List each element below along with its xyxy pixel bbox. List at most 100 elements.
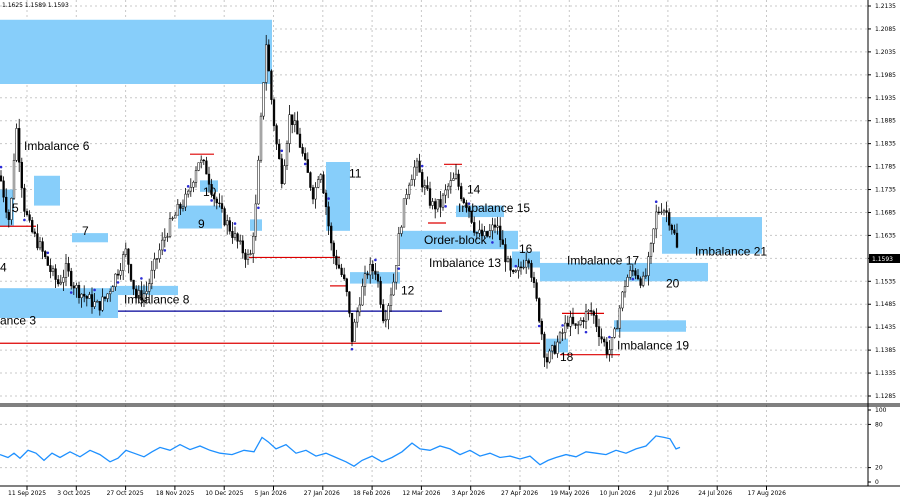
order-block-zone bbox=[0, 19, 272, 84]
candle-body bbox=[7, 212, 10, 220]
candle bbox=[569, 310, 572, 337]
candle bbox=[428, 181, 432, 209]
candle bbox=[548, 348, 551, 364]
candle bbox=[603, 336, 606, 347]
candle-body bbox=[582, 320, 585, 322]
candle bbox=[194, 166, 198, 188]
candle-body bbox=[116, 273, 120, 276]
candle bbox=[330, 222, 333, 251]
candle bbox=[298, 127, 302, 149]
zone-label: Imbalance 6 bbox=[24, 139, 90, 153]
candle-body bbox=[33, 231, 36, 234]
candle-body bbox=[77, 285, 81, 298]
candle-body bbox=[642, 275, 645, 286]
price-tick-label: 1.1685 bbox=[875, 209, 896, 216]
candle bbox=[309, 171, 312, 191]
candle bbox=[582, 317, 585, 329]
price-tick-label: 1.2035 bbox=[875, 49, 896, 56]
candle bbox=[574, 323, 577, 329]
candle bbox=[189, 178, 192, 197]
candle-body bbox=[571, 316, 575, 324]
candle bbox=[431, 198, 434, 210]
candle-body bbox=[473, 222, 476, 233]
candle bbox=[155, 257, 159, 269]
zone-label: 12 bbox=[401, 283, 415, 297]
price-axis: 1.2135 1.2085 1.2035 1.1985 1.1935 1.1885 1.18… bbox=[868, 3, 896, 400]
candle-body bbox=[101, 296, 104, 311]
candle bbox=[345, 277, 348, 297]
fractal-marker bbox=[491, 241, 494, 244]
candle-body bbox=[41, 241, 44, 252]
candle-body bbox=[371, 263, 374, 272]
candle-body bbox=[574, 323, 577, 326]
candle-body bbox=[148, 283, 151, 292]
candle-body bbox=[127, 248, 130, 265]
candle-body bbox=[525, 260, 528, 268]
candle-body bbox=[272, 99, 276, 126]
price-tick-label: 1.1785 bbox=[875, 164, 896, 171]
candle-body bbox=[434, 201, 437, 210]
zone-label: Imbalance 13 bbox=[429, 256, 501, 270]
candle bbox=[621, 291, 624, 312]
candle-body bbox=[519, 266, 523, 269]
candle bbox=[270, 69, 273, 105]
candle-body bbox=[249, 253, 252, 255]
candle-body bbox=[262, 82, 265, 117]
candle-body bbox=[366, 273, 369, 276]
candle bbox=[166, 232, 169, 242]
candle-body bbox=[129, 264, 133, 281]
candle bbox=[278, 139, 281, 160]
candle-body bbox=[317, 179, 320, 188]
candle-body bbox=[150, 269, 153, 284]
fractal-marker bbox=[233, 222, 237, 225]
candle-body bbox=[649, 243, 653, 257]
candle-body bbox=[197, 162, 200, 171]
indicator-grid bbox=[0, 423, 868, 469]
candle-body bbox=[493, 224, 497, 228]
candle bbox=[46, 255, 49, 266]
candle bbox=[447, 183, 450, 199]
candle-body bbox=[340, 267, 343, 276]
candle-body bbox=[304, 153, 307, 160]
candle bbox=[291, 114, 294, 134]
candle-body bbox=[181, 206, 185, 209]
candle-body bbox=[114, 273, 117, 288]
candle-body bbox=[241, 240, 244, 254]
candle bbox=[512, 269, 515, 274]
candle bbox=[397, 226, 400, 266]
candle bbox=[236, 232, 239, 249]
candle-body bbox=[330, 225, 333, 244]
candle-body bbox=[176, 203, 179, 216]
candle-body bbox=[629, 270, 632, 278]
fractal-marker bbox=[584, 330, 588, 334]
time-tick-label: 18 Feb 2026 bbox=[353, 490, 391, 497]
candle bbox=[382, 299, 385, 324]
candle bbox=[657, 206, 660, 215]
candle-body bbox=[514, 270, 517, 273]
candle bbox=[254, 194, 257, 241]
candle-body bbox=[657, 211, 660, 214]
candle bbox=[335, 249, 338, 270]
candle-body bbox=[67, 263, 70, 272]
candle-body bbox=[64, 263, 68, 278]
fractal-marker bbox=[514, 264, 518, 268]
candle-body bbox=[15, 128, 18, 161]
candle-body bbox=[400, 226, 403, 234]
candle bbox=[571, 307, 575, 326]
candle bbox=[158, 243, 161, 263]
candle bbox=[413, 159, 416, 187]
candle bbox=[311, 184, 315, 205]
candle bbox=[579, 317, 582, 327]
indicator-tick-label: 20 bbox=[875, 465, 883, 472]
candle bbox=[280, 153, 283, 189]
candle-body bbox=[62, 277, 65, 283]
candle-body bbox=[621, 291, 624, 309]
candle bbox=[538, 297, 541, 324]
candle-body bbox=[441, 194, 445, 208]
candle-body bbox=[309, 172, 312, 188]
candle bbox=[623, 280, 627, 298]
zone-label: 14 bbox=[467, 183, 481, 197]
candle-body bbox=[558, 332, 562, 343]
candle-body bbox=[402, 198, 406, 228]
candle bbox=[38, 236, 42, 251]
